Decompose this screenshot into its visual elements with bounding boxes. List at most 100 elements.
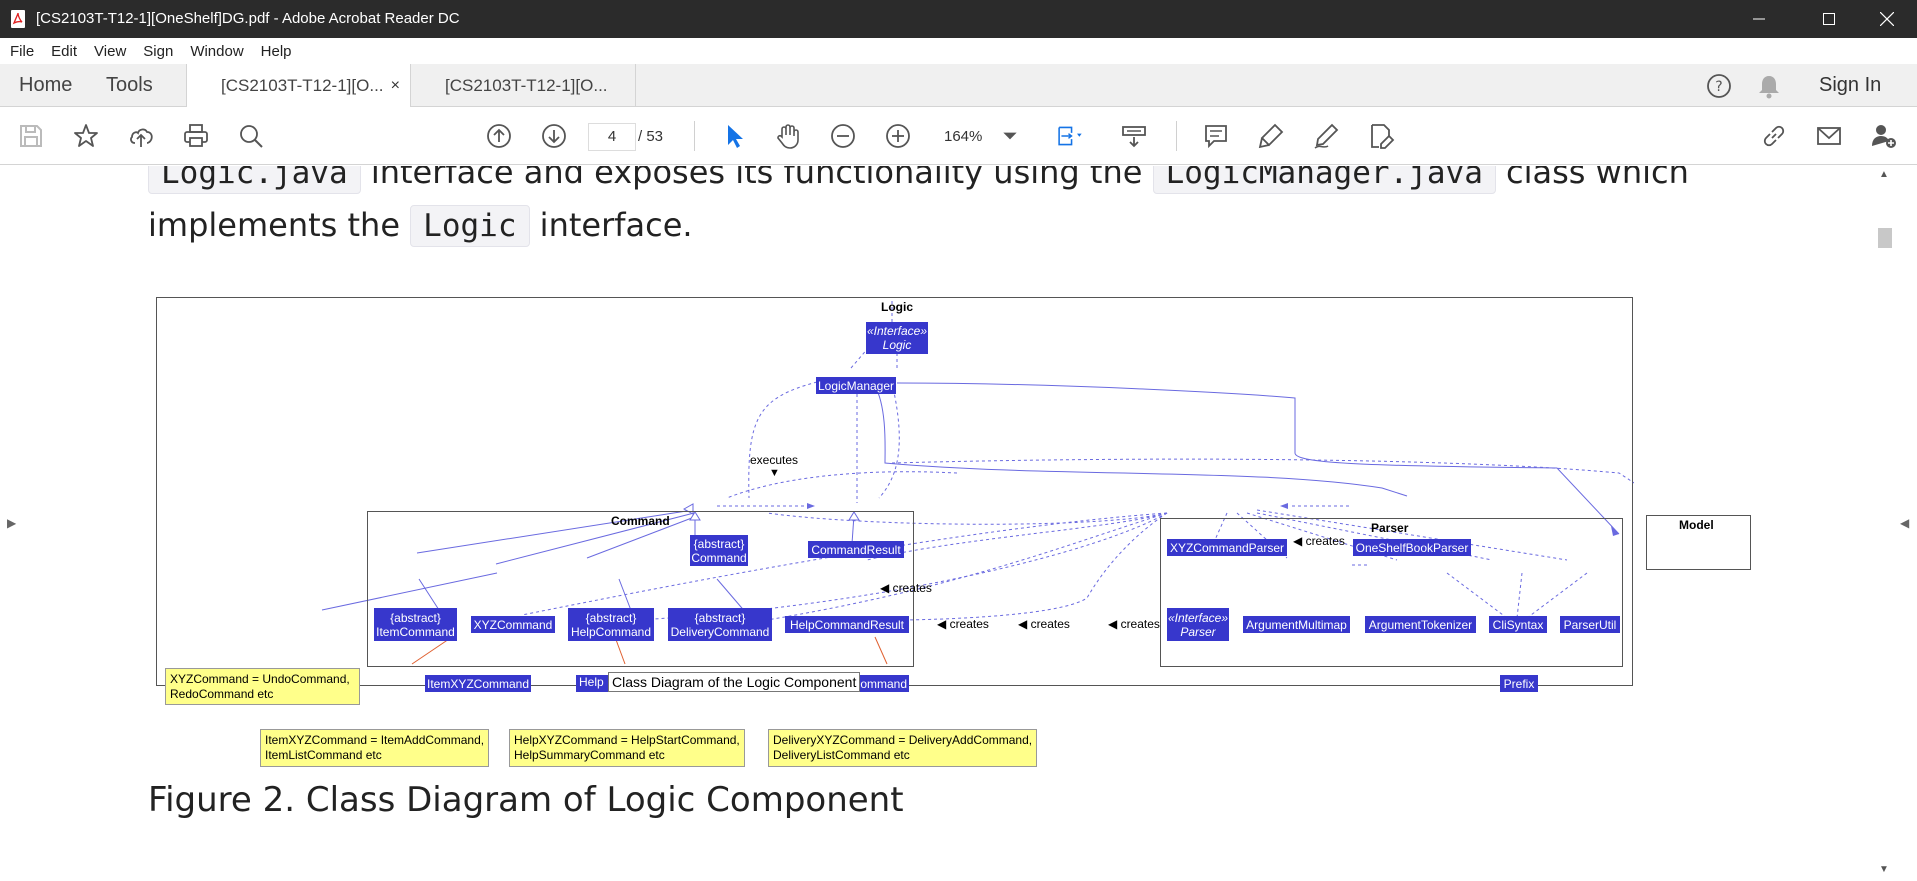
class-parser-util: ParserUtil xyxy=(1560,616,1620,633)
next-page-button[interactable] xyxy=(538,120,570,152)
hand-tool-button[interactable] xyxy=(772,120,804,152)
zoom-level[interactable]: 164% xyxy=(944,128,982,145)
zoom-out-icon xyxy=(831,124,855,148)
minimize-icon xyxy=(1753,18,1765,20)
scroll-mode-button[interactable] xyxy=(1118,120,1150,152)
doc-tab[interactable]: [CS2103T-T12-1][O... xyxy=(411,64,636,108)
scroll-up-icon[interactable]: ▲ xyxy=(1879,169,1889,180)
email-button[interactable] xyxy=(1813,120,1845,152)
maximize-icon xyxy=(1823,13,1835,25)
class-help-command-result: HelpCommandResult xyxy=(785,616,909,633)
menu-edit[interactable]: Edit xyxy=(51,43,77,60)
label-executes: executes xyxy=(750,453,799,467)
save-button[interactable] xyxy=(15,120,47,152)
class-xyz-command-parser: XYZCommandParser xyxy=(1167,539,1287,556)
class-abstract-command: {abstract} Command xyxy=(690,535,748,566)
add-user-icon xyxy=(1872,125,1896,148)
doc-tab-label: [CS2103T-T12-1][O... xyxy=(445,76,608,95)
zoom-in-button[interactable] xyxy=(882,120,914,152)
class-abstract-help-command: {abstract} HelpCommand xyxy=(568,608,654,641)
add-user-button[interactable] xyxy=(1868,120,1900,152)
select-tool-button[interactable] xyxy=(718,120,750,152)
notifications-button[interactable] xyxy=(1757,64,1781,107)
package-label-logic: Logic xyxy=(881,300,913,314)
sign-in-button[interactable]: Sign In xyxy=(1819,64,1881,107)
zoom-dropdown[interactable] xyxy=(1000,120,1020,152)
close-icon xyxy=(1880,12,1894,26)
scroll-mode-icon xyxy=(1122,126,1146,148)
class-item-xyz-command: ItemXYZCommand xyxy=(425,675,531,692)
title-bar: [CS2103T-T12-1][OneShelf]DG.pdf - Adobe … xyxy=(0,0,1917,38)
close-window-button[interactable] xyxy=(1858,0,1916,38)
sign-document-icon xyxy=(1371,124,1395,149)
class-prefix: Prefix xyxy=(1500,675,1538,692)
inline-code: Logic xyxy=(410,205,530,247)
menu-bar: File Edit View Sign Window Help xyxy=(0,38,1917,64)
note-item-xyz: ItemXYZCommand = ItemAddCommand, ItemList… xyxy=(260,729,490,767)
toolbar: 4 / 53 164% xyxy=(0,107,1917,165)
package-command xyxy=(367,511,914,667)
class-command-result: CommandResult xyxy=(808,541,904,558)
toolbar-divider xyxy=(694,121,695,151)
class-cli-syntax: CliSyntax xyxy=(1489,616,1547,633)
label-creates: ◀ creates xyxy=(937,617,989,631)
toolbar-divider xyxy=(1176,121,1177,151)
comment-button[interactable] xyxy=(1200,120,1232,152)
print-button[interactable] xyxy=(180,120,212,152)
scrollbar-thumb[interactable] xyxy=(1878,228,1892,248)
close-tab-icon[interactable]: × xyxy=(391,64,400,107)
right-panel-toggle-icon[interactable]: ◀ xyxy=(1900,516,1909,530)
comment-icon xyxy=(1205,125,1227,149)
class-abstract-item-command: {abstract} ItemCommand xyxy=(374,608,457,641)
fill-sign-button[interactable] xyxy=(1365,120,1397,152)
menu-window[interactable]: Window xyxy=(190,43,243,60)
inline-code: LogicManager.java xyxy=(1152,166,1496,194)
left-panel-toggle-icon[interactable]: ▶ xyxy=(7,516,16,530)
arrow-down-circle-icon xyxy=(542,124,566,148)
class-diagram: Logic «Interface» Logic LogicManager exec… xyxy=(156,297,1751,767)
search-button[interactable] xyxy=(235,120,267,152)
arrow-up-circle-icon xyxy=(487,124,511,148)
menu-sign[interactable]: Sign xyxy=(143,43,173,60)
highlight-button[interactable] xyxy=(1255,120,1287,152)
previous-page-button[interactable] xyxy=(483,120,515,152)
help-icon: ? xyxy=(1707,73,1731,98)
document-view[interactable]: ▶ ◀ Logic.java interface and exposes its… xyxy=(0,166,1917,881)
hand-icon xyxy=(777,124,799,149)
tab-tools[interactable]: Tools xyxy=(106,64,153,107)
doc-tab-label: [CS2103T-T12-1][O... xyxy=(221,76,384,95)
tooltip: Class Diagram of the Logic Component xyxy=(608,672,861,692)
tab-home[interactable]: Home xyxy=(19,64,72,107)
page-number-input[interactable]: 4 xyxy=(588,123,636,151)
draw-button[interactable] xyxy=(1310,120,1342,152)
chevron-down-icon xyxy=(1003,132,1017,140)
figure-caption: Figure 2. Class Diagram of Logic Compone… xyxy=(148,780,904,820)
menu-file[interactable]: File xyxy=(10,43,34,60)
menu-view[interactable]: View xyxy=(94,43,126,60)
doc-tab-active[interactable]: [CS2103T-T12-1][O... × xyxy=(186,64,411,108)
fit-page-button[interactable] xyxy=(1050,120,1090,152)
scroll-down-icon[interactable]: ▼ xyxy=(1879,864,1889,875)
help-button[interactable]: ? xyxy=(1706,64,1732,107)
menu-help[interactable]: Help xyxy=(261,43,292,60)
search-icon xyxy=(240,125,263,148)
page-total: / 53 xyxy=(638,128,664,145)
window-title: [CS2103T-T12-1][OneShelf]DG.pdf - Adobe … xyxy=(36,10,460,27)
zoom-out-button[interactable] xyxy=(827,120,859,152)
package-label-command: Command xyxy=(611,514,670,528)
highlighter-icon xyxy=(1258,123,1284,149)
share-link-button[interactable] xyxy=(1758,120,1790,152)
printer-icon xyxy=(184,124,208,147)
acrobat-pdf-icon xyxy=(11,10,25,28)
maximize-button[interactable] xyxy=(1800,0,1858,38)
class-parser-interface: «Interface» Parser xyxy=(1167,608,1229,641)
upload-button[interactable] xyxy=(125,120,157,152)
envelope-icon xyxy=(1817,127,1841,145)
bookmark-button[interactable] xyxy=(70,120,102,152)
class-abstract-delivery-command: {abstract} DeliveryCommand xyxy=(668,608,772,641)
package-label-model: Model xyxy=(1679,518,1714,532)
vertical-scrollbar[interactable]: ▲ ▼ xyxy=(1874,166,1896,881)
note-xyz-command: XYZCommand = UndoCommand, RedoCommand etc xyxy=(165,668,360,705)
minimize-button[interactable] xyxy=(1730,0,1788,38)
paragraph-line-2: implements the Logic interface. xyxy=(148,205,693,247)
